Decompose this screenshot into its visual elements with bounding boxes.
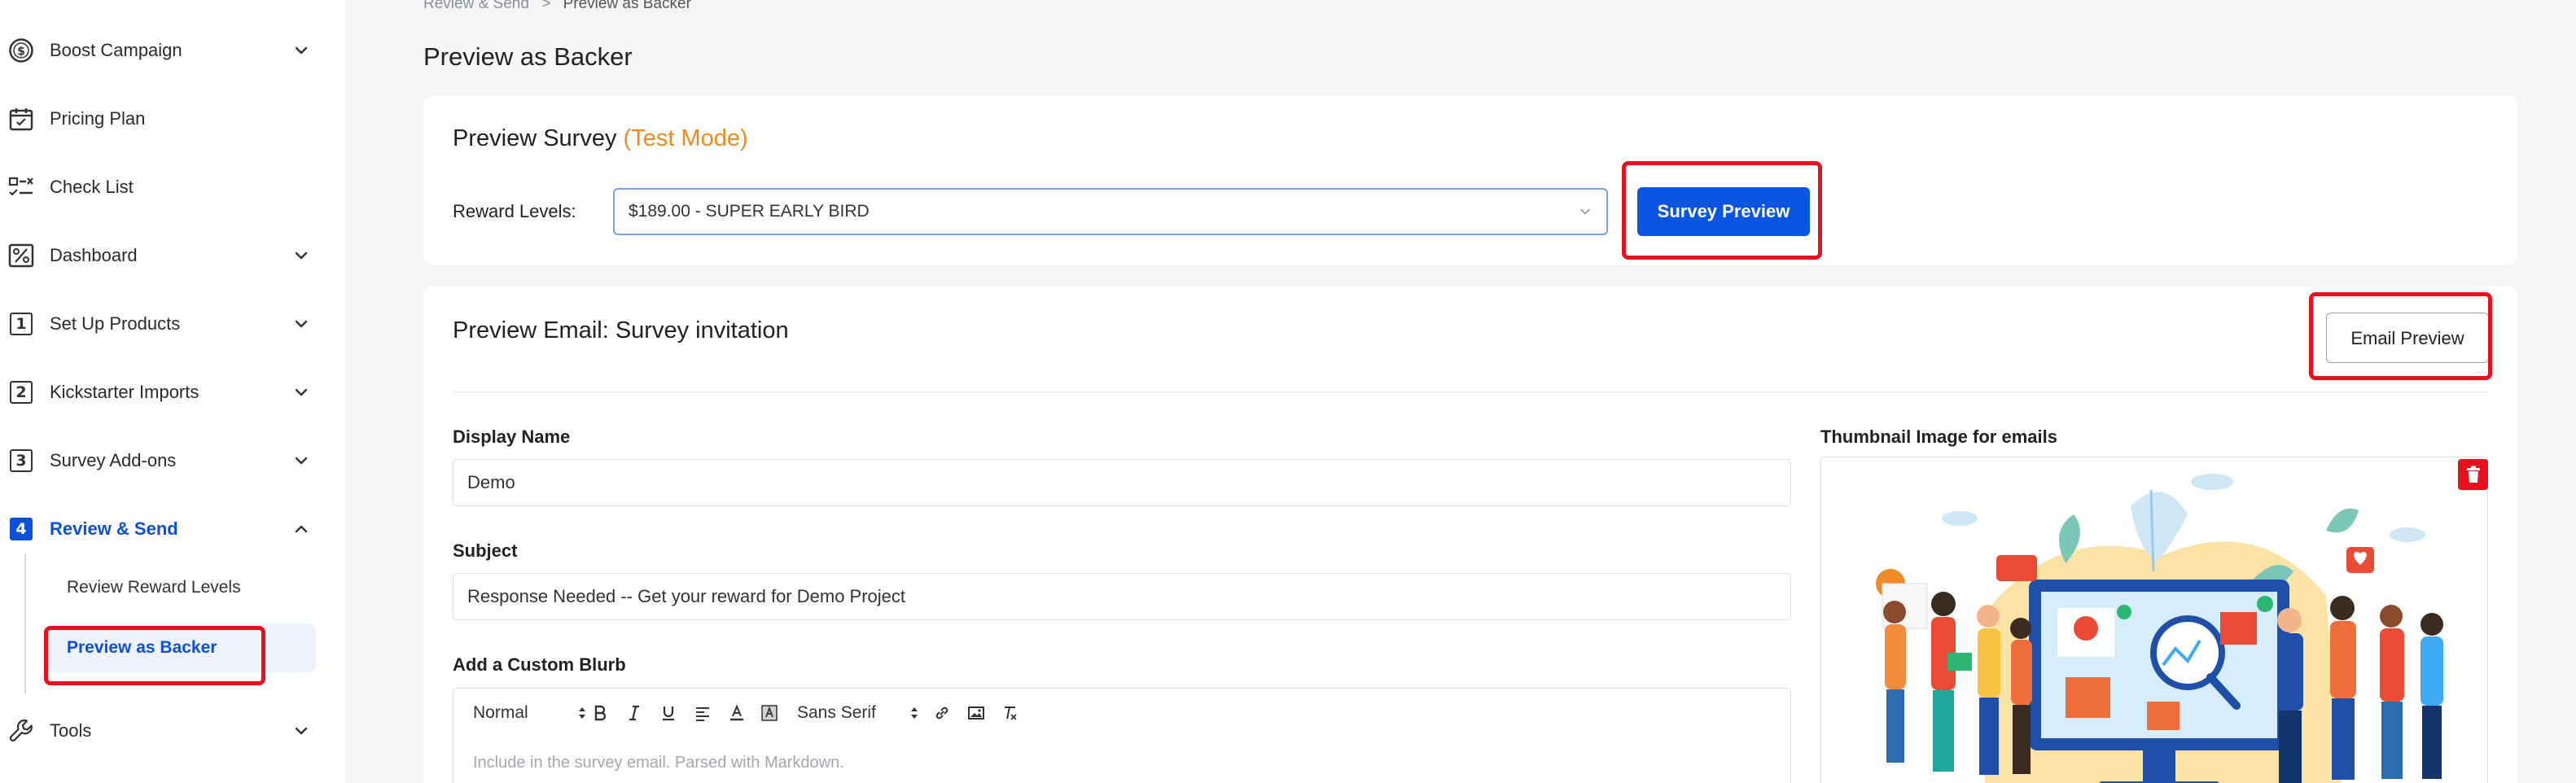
custom-blurb-label: Add a Custom Blurb [453, 654, 626, 675]
background-color-icon [761, 705, 778, 721]
sidebar-item-check-list[interactable]: Check List [0, 167, 326, 208]
sidebar-item-label: Review & Send [50, 518, 178, 539]
preview-survey-title: Preview Survey (Test Mode) [453, 125, 748, 152]
survey-preview-button[interactable]: Survey Preview [1637, 187, 1810, 236]
percent-icon [8, 243, 34, 269]
sidebar-item-label: Kickstarter Imports [50, 382, 199, 402]
sidebar-item-kickstarter-imports[interactable]: 2 Kickstarter Imports [0, 372, 326, 413]
chevron-down-icon[interactable] [291, 383, 311, 402]
font-select[interactable]: Sans Serif [797, 700, 919, 726]
email-preview-button[interactable]: Email Preview [2326, 313, 2489, 363]
custom-blurb-editor[interactable]: Include in the survey email. Parsed with… [453, 737, 1791, 783]
italic-button[interactable] [621, 700, 647, 726]
sidebar-item-dashboard[interactable]: Dashboard [0, 235, 326, 276]
text-color-icon [730, 704, 743, 721]
sidebar-item-tools[interactable]: Tools [0, 711, 326, 751]
step-3-icon: 3 [8, 448, 34, 474]
wrench-icon [8, 718, 34, 744]
rich-text-toolbar: Normal Sans Serif [453, 688, 1791, 738]
chevron-down-icon[interactable] [291, 721, 311, 741]
format-select[interactable]: Normal [473, 700, 587, 726]
chevron-down-icon[interactable] [291, 451, 311, 470]
step-1-icon: 1 [8, 311, 34, 337]
align-left-icon [696, 707, 709, 721]
step-2-icon: 2 [8, 379, 34, 405]
sidebar-item-survey-add-ons[interactable]: 3 Survey Add-ons [0, 440, 326, 481]
breadcrumb-separator: > [541, 0, 551, 12]
clear-format-icon [1005, 706, 1017, 720]
sidebar-item-boost-campaign[interactable]: $ Boost Campaign [0, 30, 326, 71]
reward-levels-selected-value: $189.00 - SUPER EARLY BIRD [629, 202, 870, 221]
sidebar-item-label: Pricing Plan [50, 108, 146, 129]
thumbnail-image-box[interactable] [1820, 457, 2488, 783]
subject-label: Subject [453, 540, 518, 561]
italic-icon [629, 705, 639, 721]
submenu-guide-line [24, 553, 26, 693]
display-name-label: Display Name [453, 426, 571, 447]
sidebar-item-label: Survey Add-ons [50, 450, 177, 470]
format-select-value: Normal [473, 703, 528, 722]
step-4-icon: 4 [8, 516, 34, 542]
sidebar-item-review-send[interactable]: 4 Review & Send [0, 509, 326, 549]
breadcrumb-current: Preview as Backer [563, 0, 691, 12]
underline-button[interactable] [655, 700, 681, 726]
sidebar-item-label: Boost Campaign [50, 40, 182, 60]
display-name-input[interactable]: Demo [453, 459, 1791, 506]
sidebar-item-label: Check List [50, 177, 134, 197]
thumbnail-illustration [1876, 474, 2443, 783]
thumbnail-label: Thumbnail Image for emails [1820, 426, 2057, 447]
subject-input[interactable]: Response Needed -- Get your reward for D… [453, 573, 1791, 620]
reward-levels-select[interactable]: $189.00 - SUPER EARLY BIRD [613, 188, 1608, 235]
svg-text:$: $ [17, 46, 25, 59]
chevron-down-icon[interactable] [291, 314, 311, 334]
checklist-icon [8, 174, 34, 200]
bold-button[interactable] [587, 700, 613, 726]
underline-icon [663, 706, 674, 721]
trash-icon [2466, 466, 2480, 483]
chevron-down-icon [1580, 208, 1590, 215]
clear-format-button[interactable] [997, 700, 1023, 726]
page-title: Preview as Backer [423, 42, 633, 71]
align-button[interactable] [690, 700, 716, 726]
sidebar-item-pricing-plan[interactable]: Pricing Plan [0, 98, 326, 139]
link-button[interactable] [929, 700, 955, 726]
text-color-button[interactable] [724, 700, 750, 726]
link-icon [935, 706, 948, 720]
image-icon [968, 706, 984, 720]
select-arrows-icon [579, 707, 585, 719]
background-color-button[interactable] [756, 700, 782, 726]
preview-survey-title-text: Preview Survey [453, 125, 617, 151]
preview-email-title: Preview Email: Survey invitation [453, 317, 789, 343]
chevron-up-icon[interactable] [291, 519, 311, 539]
select-arrows-icon [911, 707, 918, 719]
sidebar-subitem-review-reward-levels[interactable]: Review Reward Levels [47, 563, 316, 612]
breadcrumb: Review & Send > Preview as Backer [423, 0, 691, 13]
sidebar-subitem-preview-as-backer[interactable]: Preview as Backer [47, 623, 316, 672]
delete-thumbnail-button[interactable] [2458, 459, 2488, 490]
font-select-value: Sans Serif [797, 703, 876, 722]
sidebar: $ Boost Campaign Pricing Plan Check List… [0, 0, 345, 783]
reward-levels-label: Reward Levels: [453, 201, 576, 221]
test-mode-badge: (Test Mode) [623, 125, 748, 151]
breadcrumb-parent[interactable]: Review & Send [423, 0, 529, 12]
custom-blurb-placeholder: Include in the survey email. Parsed with… [473, 754, 844, 772]
sidebar-item-label: Dashboard [50, 245, 138, 265]
calendar-icon [8, 106, 34, 132]
chevron-down-icon[interactable] [291, 41, 311, 60]
dollar-coin-icon: $ [8, 37, 34, 63]
preview-survey-card [423, 96, 2517, 265]
image-button[interactable] [963, 700, 989, 726]
chevron-down-icon[interactable] [291, 246, 311, 265]
sidebar-item-label: Tools [50, 720, 92, 741]
sidebar-item-label: Set Up Products [50, 313, 181, 334]
bold-icon [594, 705, 607, 721]
sidebar-item-set-up-products[interactable]: 1 Set Up Products [0, 304, 326, 344]
